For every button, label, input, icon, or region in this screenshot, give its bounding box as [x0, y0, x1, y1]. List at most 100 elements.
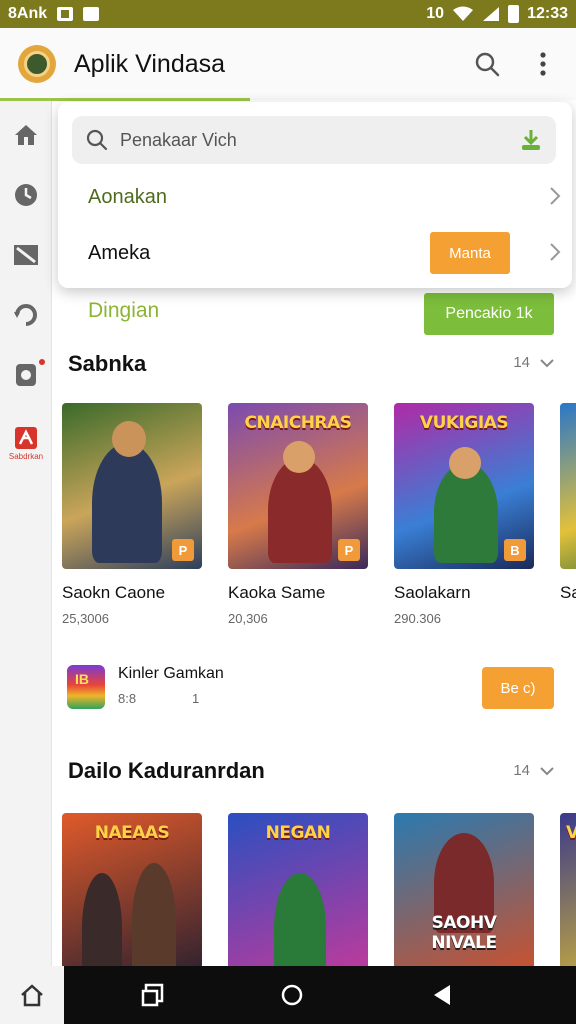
rail-device[interactable]	[0, 351, 52, 399]
nav-recents-button[interactable]	[138, 980, 168, 1010]
chevron-right-icon	[550, 243, 561, 261]
card-title: Kaoka Same	[228, 583, 326, 602]
game-art: P	[62, 403, 202, 569]
status-indicator: 10	[426, 5, 445, 22]
app-icon	[15, 426, 37, 449]
card-row-2: NAEAAS NEGAN SAOHV NIVALE V	[62, 813, 576, 979]
status-bar: 8Ank 10 12:33	[0, 0, 576, 28]
art-caption: VUKIGIAS	[419, 413, 509, 433]
tablet-icon	[16, 364, 36, 386]
download-icon[interactable]	[520, 128, 542, 152]
notification-icon-2	[83, 7, 100, 21]
rail-home[interactable]	[0, 111, 52, 159]
section-count: 14	[513, 354, 530, 371]
app-icon-text: IB	[75, 671, 89, 687]
popover-row-2[interactable]: Ameka Manta	[58, 226, 572, 280]
art-caption: NEGAN	[265, 823, 331, 843]
image-icon	[14, 245, 38, 265]
list-meta: 1	[192, 691, 200, 706]
game-art: V	[560, 813, 576, 979]
notification-icon	[57, 7, 74, 21]
card-title: Saolakarn	[394, 583, 471, 602]
game-art	[560, 403, 576, 569]
alert-dot	[39, 359, 45, 365]
app-avatar[interactable]	[18, 45, 56, 83]
game-art: NEGAN	[228, 813, 368, 979]
art-caption: CNAICHRAS	[244, 413, 352, 433]
game-card[interactable]: NAEAAS	[62, 813, 210, 979]
game-art: CNAICHRAS P	[228, 403, 368, 569]
art-caption: V	[566, 823, 576, 843]
install-button[interactable]: Be c)	[482, 667, 554, 709]
card-title: Sar	[560, 583, 576, 602]
nav-home-circle-button[interactable]	[277, 980, 307, 1010]
rail-recent[interactable]	[0, 171, 52, 219]
art-caption: NAEAAS	[94, 823, 170, 843]
status-carrier: 8Ank	[8, 5, 48, 22]
more-vert-icon[interactable]	[528, 49, 558, 79]
chevron-down-icon	[540, 358, 554, 367]
search-bar[interactable]	[72, 116, 556, 164]
rail-app[interactable]: Sabdrkan	[0, 419, 52, 467]
art-caption: SAOHV NIVALE	[431, 913, 497, 953]
game-card[interactable]: Sar	[560, 403, 576, 626]
clock-icon	[15, 184, 37, 206]
promo-label[interactable]: Dingian	[88, 299, 159, 323]
section-title-2: Dailo Kaduranrdan	[68, 758, 265, 783]
home-icon	[15, 125, 37, 145]
popover-row-label: Ameka	[88, 241, 151, 264]
list-item[interactable]: IB Kinler Gamkan 8:8 1 Be c)	[52, 659, 576, 727]
app-bar: Aplik Vindasa	[0, 28, 576, 100]
nav-home-button[interactable]	[0, 966, 64, 1024]
nav-back-button[interactable]	[427, 980, 457, 1010]
search-input[interactable]	[120, 129, 480, 151]
search-popover: Aonakan Ameka Manta	[58, 102, 572, 288]
card-title: Saokn Caone	[62, 583, 166, 602]
home-circle-icon	[281, 984, 303, 1006]
home-icon	[21, 984, 43, 1007]
card-subtitle: 25,3006	[62, 611, 109, 626]
side-rail: Sabdrkan	[0, 101, 52, 966]
battery-icon	[508, 5, 520, 23]
section-title: Sabnka	[68, 351, 147, 376]
card-row-1: P Saokn Caone 25,3006 CNAICHRAS P Kaoka …	[62, 403, 576, 626]
promo-button[interactable]: Pencakio 1k	[424, 293, 554, 335]
popover-row-1[interactable]: Aonakan	[58, 170, 572, 224]
list-title: Kinler Gamkan	[118, 665, 224, 682]
card-subtitle: 20,306	[228, 611, 268, 626]
section-more-2[interactable]: 14	[513, 762, 554, 779]
popover-action-button[interactable]: Manta	[430, 232, 510, 274]
list-subtitle: 8:8	[118, 691, 137, 706]
rail-sync[interactable]	[0, 291, 52, 339]
refresh-icon	[14, 304, 37, 326]
status-time: 12:33	[527, 5, 568, 22]
search-icon[interactable]	[472, 49, 502, 79]
system-nav-bar	[0, 966, 576, 1024]
game-card[interactable]: NEGAN	[228, 813, 376, 979]
game-card[interactable]: CNAICHRAS P Kaoka Same 20,306	[228, 403, 376, 626]
game-art: SAOHV NIVALE	[394, 813, 534, 979]
rail-gallery[interactable]	[0, 231, 52, 279]
wifi-icon	[453, 6, 474, 21]
chevron-right-icon	[550, 187, 561, 205]
app-screen: 8Ank 10 12:33 Aplik Vindasa Sabdrkan Din…	[0, 0, 576, 1024]
game-card[interactable]: P Saokn Caone 25,3006	[62, 403, 210, 626]
section-more[interactable]: 14	[513, 354, 554, 371]
game-card[interactable]: SAOHV NIVALE	[394, 813, 542, 979]
card-subtitle: 290.306	[394, 611, 441, 626]
section-count-2: 14	[513, 762, 530, 779]
back-icon	[434, 985, 450, 1005]
game-app-icon: IB	[67, 665, 105, 709]
recents-icon	[141, 983, 164, 1007]
signal-icon	[483, 7, 500, 21]
game-badge: P	[338, 539, 360, 561]
chevron-down-icon	[540, 766, 554, 775]
popover-row-label: Aonakan	[88, 185, 167, 208]
game-card[interactable]: V	[560, 813, 576, 979]
promo-row: Dingian	[88, 299, 159, 323]
game-art: NAEAAS	[62, 813, 202, 979]
search-icon	[86, 129, 108, 151]
game-badge: P	[172, 539, 194, 561]
game-badge: B	[504, 539, 526, 561]
game-card[interactable]: VUKIGIAS B Saolakarn 290.306	[394, 403, 542, 626]
